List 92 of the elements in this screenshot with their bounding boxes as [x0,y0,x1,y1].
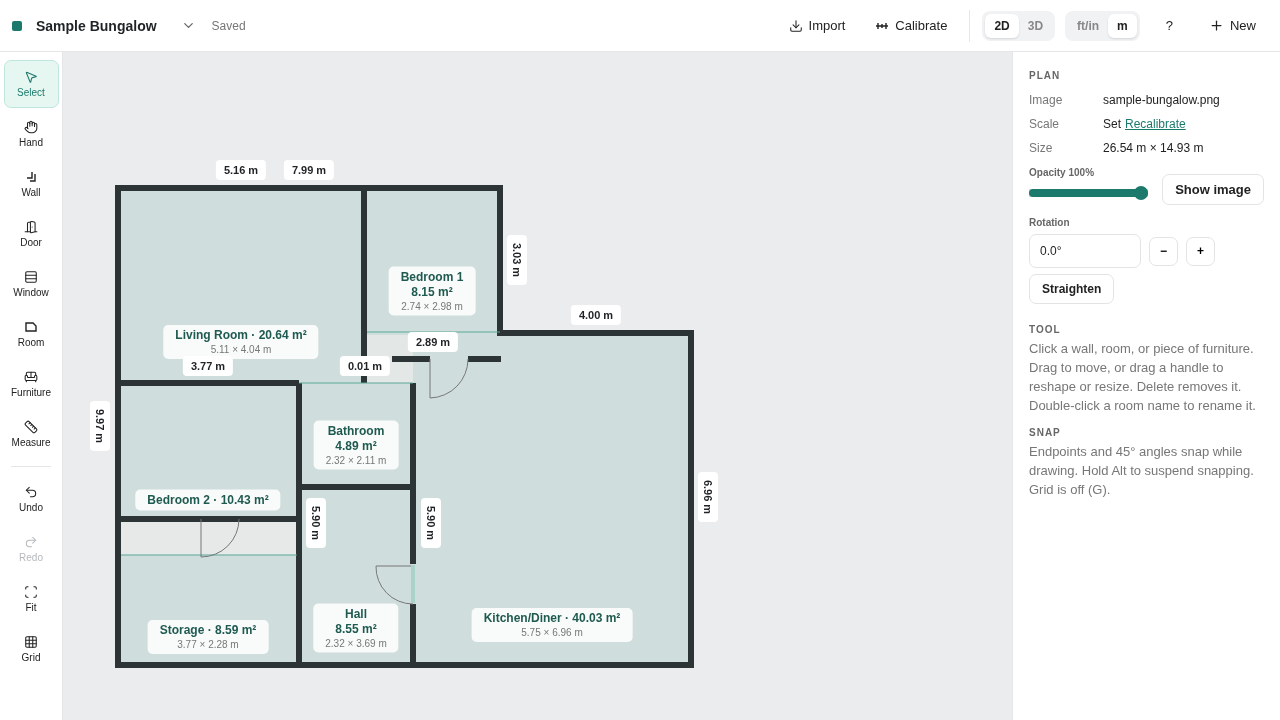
new-button[interactable]: New [1199,12,1266,39]
room-dimensions: 5.11 × 4.04 m [210,343,272,356]
room-dimensions: 2.32 × 2.11 m [325,453,387,467]
room-label[interactable]: Storage · 8.59 m² 3.77 × 2.28 m [147,620,269,654]
view-mode-option[interactable]: 2D [985,13,1019,38]
save-status: Saved [211,18,246,33]
pointer-icon [24,70,38,84]
increase-button[interactable]: + [1186,236,1215,266]
tool-button[interactable]: Wall [3,160,59,208]
rotation-input[interactable]: 0.0° [1029,234,1141,268]
room-dimensions: 2.74 × 2.98 m [401,299,463,313]
dimension-label: 7.99 m [283,160,335,180]
hand-icon [24,120,38,134]
door-swing-drawing [200,518,240,558]
room-title: Kitchen/Diner · 40.03 m² [483,611,621,626]
rotation-label: Rotation [1029,217,1071,228]
tool-button[interactable]: Measure [3,410,59,458]
dimension-label: 2.89 m [407,332,459,352]
property-label: Size [1029,141,1054,155]
recalibrate-link[interactable]: Recalibrate [1125,117,1186,131]
tool-button[interactable]: Room [3,310,59,358]
room-label[interactable]: Living Room · 20.64 m² 5.11 × 4.04 m [163,325,319,359]
dimension-label: 9.97 m [90,400,110,452]
tool-button[interactable]: Door [3,210,59,258]
undo-button[interactable]: Undo [3,475,59,523]
opacity-label: Opacity 100% [1029,167,1096,178]
logo-icon [12,20,22,31]
property-label: Scale [1029,117,1061,131]
dimension-label: 5.90 m [421,497,441,549]
decrease-button[interactable]: − [1149,236,1178,266]
snap-help-text: Endpoints and 45° angles snap while drawing. Hold Alt to suspend snapping. Grid is off (G). [1029,443,1255,499]
room-label[interactable]: Hall 8.55 m² 2.32 × 3.69 m [313,603,399,653]
project-title[interactable]: Sample Bungalow [36,17,157,34]
import-button[interactable]: Import [778,12,856,39]
section-heading: TOOL [1029,324,1062,335]
tool-button[interactable]: Furniture [3,360,59,408]
dimension-label: 5.16 m [215,160,267,180]
room-dimensions: 3.77 × 2.28 m [177,638,239,651]
calibrate-button[interactable]: Calibrate [865,12,958,39]
fit-icon [24,585,38,599]
room-label[interactable]: Kitchen/Diner · 40.03 m² 5.75 × 6.96 m [471,608,633,642]
room-name: Bathroom [327,423,385,439]
section-heading: PLAN [1029,70,1062,81]
help-button[interactable]: ? [1155,12,1183,39]
room-label[interactable]: Bedroom 1 8.15 m² 2.74 × 2.98 m [388,266,476,316]
door-icon [24,220,38,234]
sofa-icon [24,370,38,384]
dimension-label: 0.01 m [339,356,391,376]
room-title: Living Room · 20.64 m² [175,328,307,343]
dimension-label: 5.90 m [306,497,326,549]
room-title: Bedroom 2 · 10.43 m² [147,492,269,508]
room-area: 8.15 m² [411,284,453,300]
grid-icon [24,635,38,649]
room-area: 4.89 m² [335,438,377,454]
room-dimensions: 5.75 × 6.96 m [521,626,583,639]
section-heading: SNAP [1029,427,1062,438]
room-label[interactable]: Bedroom 2 · 10.43 m² [135,489,281,511]
redo-icon [24,535,38,549]
window-icon [24,270,38,284]
room-icon [24,320,38,334]
window-drawing [411,565,415,603]
show-image-button[interactable]: Show image [1162,174,1264,205]
tool-help-text: Click a wall, room, or piece of furniture. Drag to move, or drag a handle to reshape or resize. Delete removes it. Double-click a room name to rename it. [1029,340,1257,415]
room-area: 8.55 m² [335,621,377,637]
property-value: Set [1103,117,1121,131]
room-dimensions: 2.32 × 3.69 m [325,636,387,650]
slider-thumb[interactable] [1134,186,1149,200]
dimension-label: 6.96 m [698,471,718,523]
undo-icon [24,485,38,499]
plus-icon [1209,18,1224,33]
ruler-icon [24,420,38,434]
unit-option[interactable]: m [1108,13,1137,38]
room-name: Bedroom 1 [400,269,464,285]
grid-button[interactable]: Grid [3,625,59,673]
dimension-label: 3.03 m [507,234,527,286]
door-swing-drawing [375,565,414,605]
dimension-label: 4.00 m [570,305,622,325]
tool-button[interactable]: Hand [3,110,59,158]
property-value: sample-bungalow.png [1103,93,1220,107]
property-label: Image [1029,93,1064,107]
tool-button[interactable]: Window [3,260,59,308]
room-name: Hall [345,606,367,622]
room-label[interactable]: Bathroom 4.89 m² 2.32 × 2.11 m [313,420,399,470]
fit-button[interactable]: Fit [3,575,59,623]
import-icon [788,18,803,33]
wall-icon [24,170,38,184]
door-swing-drawing [429,358,469,399]
property-value: 26.54 m × 14.93 m [1103,141,1204,155]
straighten-button[interactable]: Straighten [1029,274,1115,304]
tool-button[interactable]: Select [3,60,59,108]
plan-canvas[interactable] [63,52,1012,720]
room-title: Storage · 8.59 m² [159,623,257,638]
